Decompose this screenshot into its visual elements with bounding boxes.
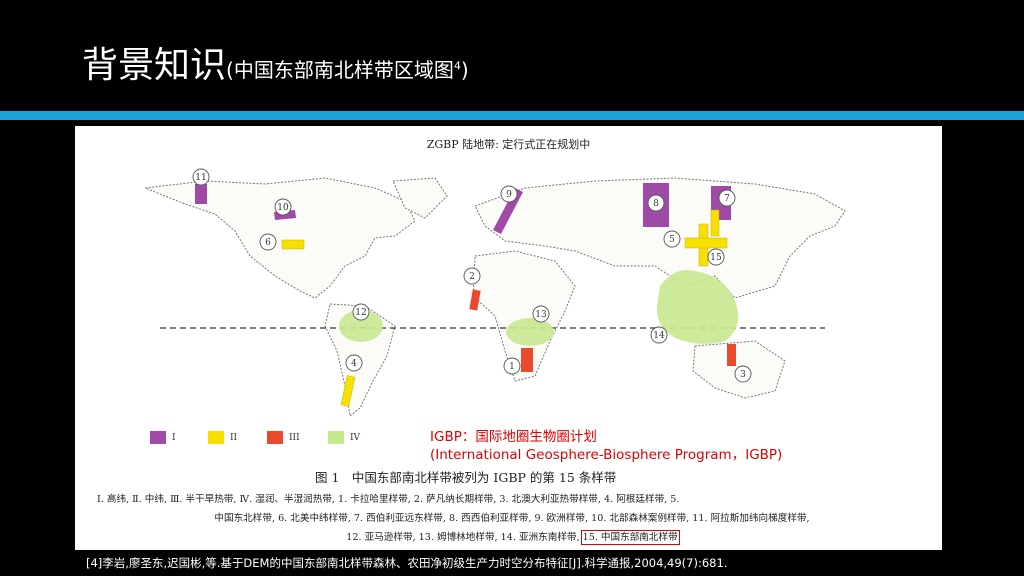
legend-swatch-zone-IV	[328, 431, 344, 444]
legend-item-3: III	[267, 431, 300, 444]
transect-marker-label: 3	[740, 370, 746, 380]
transect-marker-label: 11	[195, 173, 206, 183]
transect-marker-14: 14	[650, 326, 668, 344]
legend-item-2: II	[208, 431, 237, 444]
legend-swatch-zone-III	[267, 431, 283, 444]
transect-marker-label: 2	[469, 272, 475, 282]
title-footnote-ref: 4	[453, 59, 461, 73]
transect-marker-label: 5	[669, 235, 675, 245]
igbp-note-line-1: IGBP：国际地圈生物圈计划	[430, 429, 597, 445]
legend-label-zone-III: III	[289, 432, 300, 443]
transect-marker-label: 10	[277, 203, 289, 213]
transect-marker-2: 2	[463, 267, 481, 285]
title-subtitle: (中国东部南北样带区域图4)	[226, 58, 469, 82]
transect-marker-label: 1	[509, 362, 515, 372]
title-main: 背景知识	[82, 45, 227, 86]
transect-list-line-3: 12. 亚马逊样带, 13. 姆博林地样带, 14. 亚洲东南样带, 15. 中…	[97, 528, 927, 547]
legend-swatch-zone-II	[208, 431, 224, 444]
igbp-annotation: IGBP：国际地圈生物圈计划 (International Geosphere-…	[430, 428, 782, 464]
transect-marker-4: 4	[345, 354, 363, 372]
legend-swatch-zone-I	[150, 431, 166, 444]
world-map: 123456789101112 131415	[144, 168, 846, 417]
transect-marker-label: 12	[355, 308, 366, 318]
legend-label-zone-IV: IV	[350, 432, 361, 443]
transect-zone-13	[506, 318, 554, 346]
legend-item-4: IV	[328, 431, 360, 444]
title-divider-bar	[0, 111, 1024, 120]
figure-caption: 图 1 中国东部南北样带被列为 IGBP 的第 15 条样带	[315, 470, 617, 485]
transect-marker-3: 3	[734, 365, 752, 383]
transect-marker-label: 7	[724, 194, 730, 204]
transect-zone-3	[727, 344, 736, 366]
transect-marker-7: 7	[718, 189, 736, 207]
highlighted-transect-15: 15. 中国东部南北样带	[580, 530, 680, 545]
transect-marker-label: 4	[351, 359, 357, 369]
transect-marker-label: 6	[265, 238, 271, 248]
legend-label-zone-II: II	[230, 432, 238, 443]
transect-marker-12: 12	[352, 303, 370, 321]
slide-title: 背景知识(中国东部南北样带区域图4)	[82, 44, 469, 92]
transect-marker-9: 9	[500, 185, 518, 203]
transect-marker-13: 13	[532, 305, 550, 323]
transect-zone-15	[710, 209, 720, 237]
transect-figure: ZGBP 陆地带: 定行式正在规划中 1 2 3 4 5 6 7 8 9 10 …	[75, 126, 942, 550]
reference-citation: [4]李岩,廖圣东,迟国彬,等.基于DEM的中国东部南北样带森林、农田净初级生产…	[86, 556, 728, 570]
legend-label-zone-I: I	[172, 432, 176, 443]
transect-marker-5: 5	[663, 230, 681, 248]
transect-zone-1	[521, 348, 533, 372]
transect-zone-6	[281, 239, 305, 250]
transect-marker-label: 15	[710, 253, 722, 263]
transect-zone-2	[469, 289, 481, 311]
transect-marker-1: 1	[503, 357, 521, 375]
transect-list-line-3-text: 12. 亚马逊样带, 13. 姆博林地样带, 14. 亚洲东南样带,	[346, 532, 580, 543]
north-america-outline	[144, 177, 416, 299]
transect-marker-10: 10	[274, 198, 292, 216]
transect-marker-15: 15	[707, 248, 725, 266]
transect-zone-11	[195, 184, 207, 204]
transect-marker-label: 13	[535, 310, 547, 320]
transect-list-line-1: Ⅰ. 高纬, Ⅱ. 中纬, Ⅲ. 半干旱热带, Ⅳ. 湿润、半湿润热带, 1. …	[97, 494, 680, 505]
transect-zone-5-horizontal	[684, 237, 728, 249]
transect-marker-6: 6	[259, 233, 277, 251]
legend-item-1: I	[150, 431, 176, 444]
transect-marker-label: 14	[653, 331, 665, 341]
transect-marker-label: 9	[506, 190, 512, 200]
transect-list: Ⅰ. 高纬, Ⅱ. 中纬, Ⅲ. 半干旱热带, Ⅳ. 湿润、半湿润热带, 1. …	[97, 490, 927, 547]
igbp-note-line-2: (International Geosphere-Biosphere Progr…	[430, 447, 783, 463]
transect-marker-label: 8	[653, 199, 659, 209]
transect-list-line-2: 中国东北样带, 6. 北美中纬样带, 7. 西伯利亚远东样带, 8. 西西伯利亚…	[214, 513, 810, 524]
transect-marker-8: 8	[647, 194, 665, 212]
transect-marker-11: 11	[192, 168, 210, 186]
